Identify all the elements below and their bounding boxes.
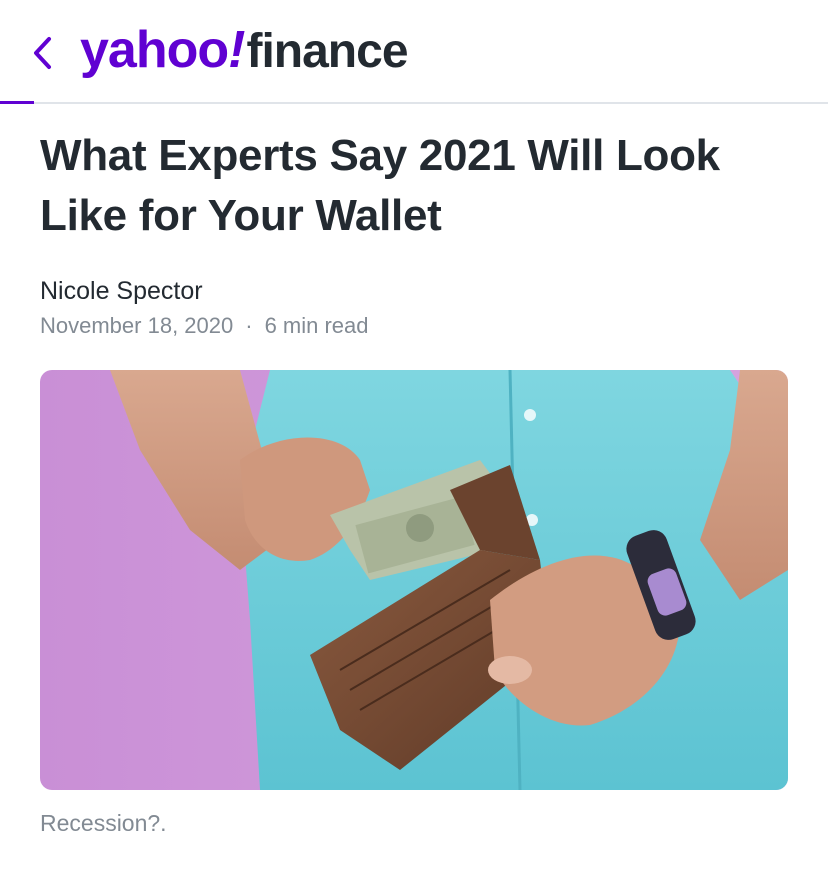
wallet-photo	[40, 370, 788, 790]
header-accent-bar	[0, 101, 34, 104]
chevron-left-icon	[34, 37, 51, 69]
logo-brand: yahoo	[80, 21, 229, 79]
article-title: What Experts Say 2021 Will Look Like for…	[40, 131, 720, 240]
yahoo-finance-logo[interactable]: yahoo! finance	[80, 20, 409, 80]
back-button[interactable]	[28, 34, 56, 72]
meta-separator: ·	[245, 313, 253, 338]
logo-product: finance	[246, 25, 408, 78]
article-meta: November 18, 2020 · 6 min read	[40, 313, 369, 339]
image-caption: Recession?.	[40, 810, 167, 836]
logo-bang: !	[228, 21, 245, 79]
article-date: November 18, 2020	[40, 313, 234, 338]
article-author[interactable]: Nicole Spector	[40, 277, 203, 306]
app-header: yahoo! finance	[0, 0, 828, 104]
article-hero-image[interactable]	[40, 370, 788, 790]
article-read-time: 6 min read	[264, 313, 369, 338]
